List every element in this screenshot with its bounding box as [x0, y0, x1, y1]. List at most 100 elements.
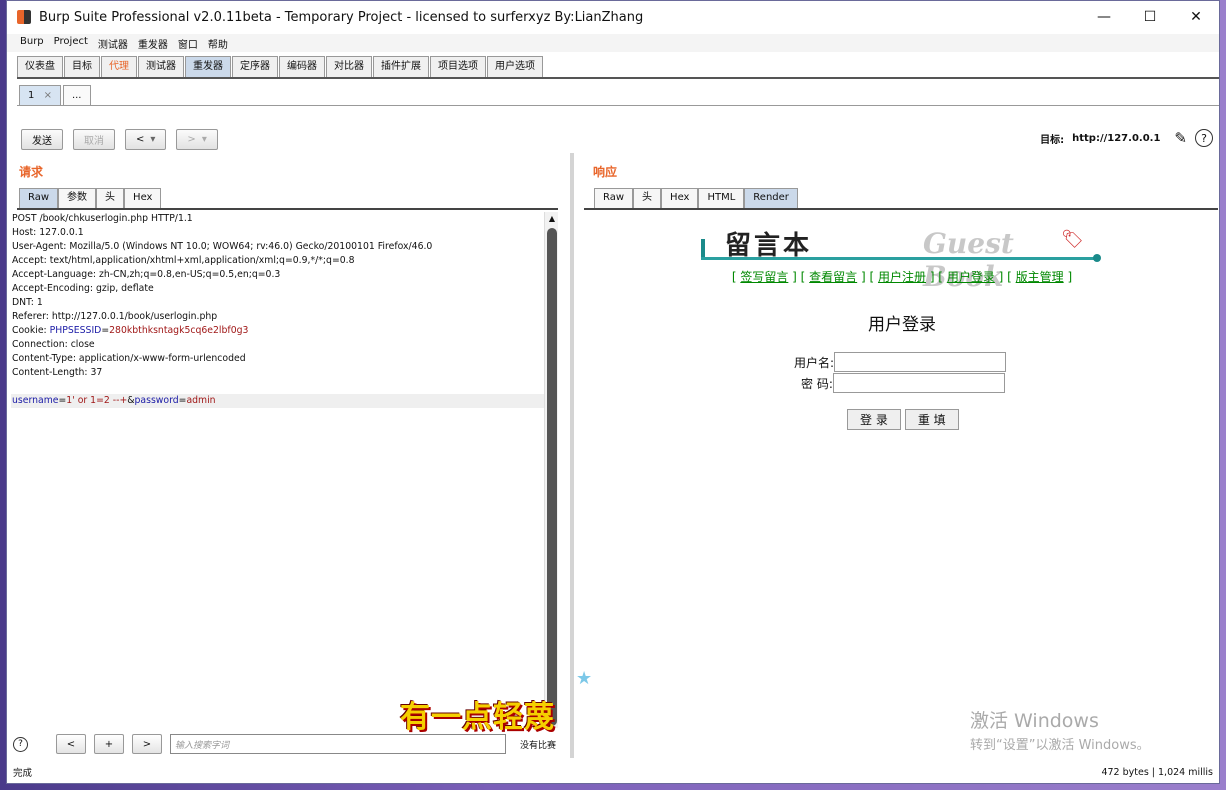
burp-window: Burp Suite Professional v2.0.11beta - Te… [6, 0, 1220, 784]
chevron-down-icon: ▾ [201, 134, 207, 145]
repeater-tab-new[interactable]: ... [62, 85, 91, 106]
tab-repeater[interactable]: 重发器 [185, 56, 231, 77]
nav-admin[interactable]: 版主管理 [1016, 270, 1064, 284]
param-username-key: username [12, 395, 59, 406]
request-line: Connection: close [12, 339, 95, 350]
cancel-button[interactable]: 取消 [73, 129, 115, 150]
response-tab-hex[interactable]: Hex [661, 188, 699, 208]
response-tab-html[interactable]: HTML [698, 188, 745, 208]
search-next-button[interactable]: > [132, 734, 162, 754]
tab-comparer[interactable]: 对比器 [326, 56, 372, 77]
username-label: 用户名: [794, 355, 835, 370]
menu-repeater[interactable]: 重发器 [133, 34, 173, 52]
search-input[interactable]: 输入搜索字词 [170, 734, 506, 754]
minimize-icon[interactable]: — [1081, 1, 1127, 33]
menu-intruder[interactable]: 测试器 [93, 34, 133, 52]
tab-intruder[interactable]: 测试器 [138, 56, 184, 77]
close-icon[interactable]: ✕ [1173, 1, 1219, 33]
scroll-thumb[interactable] [547, 228, 557, 726]
scroll-up-icon[interactable]: ▲ [545, 214, 559, 223]
target-area: 目标: http://127.0.0.1 ✎ ? [1040, 129, 1213, 147]
tab-divider [17, 77, 1219, 79]
tab-sequencer[interactable]: 定序器 [232, 56, 278, 77]
burp-logo-icon [17, 10, 31, 24]
password-field[interactable] [832, 373, 1005, 393]
subtab-divider [17, 105, 1219, 106]
response-stats: 472 bytes | 1,024 millis [1101, 766, 1213, 778]
menu-help[interactable]: 帮助 [203, 34, 233, 52]
menu-project[interactable]: Project [49, 34, 93, 52]
render-view: 留言本 Guest Book 🏷 [ 签写留言 ] [ 查看留言 ] [ 用户注… [585, 213, 1219, 758]
main-tabs: 仪表盘 目标 代理 测试器 重发器 定序器 编码器 对比器 插件扩展 项目选项 … [17, 56, 544, 78]
nav-login[interactable]: 用户登录 [947, 270, 995, 284]
request-tab-raw[interactable]: Raw [19, 188, 59, 208]
activate-windows-hint: 转到“设置”以激活 Windows。 [970, 738, 1150, 753]
request-editor[interactable]: POST /book/chkuserlogin.php HTTP/1.1 Hos… [11, 212, 548, 728]
guestbook-nav: [ 签写留言 ] [ 查看留言 ] [ 用户注册 ] [ 用户登录 ] [ 版主… [731, 270, 1073, 284]
logo-dot [1093, 254, 1101, 262]
help-icon[interactable]: ? [13, 736, 28, 752]
nav-write[interactable]: 签写留言 [740, 270, 788, 284]
login-button[interactable]: 登 录 [847, 409, 901, 430]
repeater-toolbar: 发送 取消 < ▾ > ▾ [21, 129, 218, 150]
edit-pencil-icon[interactable]: ✎ [1174, 129, 1187, 147]
response-tab-headers[interactable]: 头 [633, 188, 662, 208]
response-tabs: Raw 头 Hex HTML Render [594, 188, 798, 208]
window-title: Burp Suite Professional v2.0.11beta - Te… [39, 9, 644, 25]
status-text: 完成 [13, 768, 33, 779]
menu-window[interactable]: 窗口 [173, 34, 203, 52]
form-buttons: 登 录 重 填 [847, 409, 959, 430]
chevron-down-icon: ▾ [150, 134, 156, 145]
request-tabs-line [17, 208, 558, 210]
nav-register[interactable]: 用户注册 [878, 270, 926, 284]
nav-view[interactable]: 查看留言 [809, 270, 857, 284]
tag-icon: 🏷 [1061, 229, 1084, 250]
help-icon[interactable]: ? [1195, 129, 1213, 147]
response-tab-raw[interactable]: Raw [594, 188, 634, 208]
param-password-value: admin [186, 395, 216, 406]
target-label: 目标: [1040, 134, 1065, 146]
request-scrollbar[interactable]: ▲ [544, 212, 558, 728]
tab-user-options[interactable]: 用户选项 [487, 56, 543, 77]
username-field[interactable] [834, 352, 1007, 372]
close-tab-icon[interactable]: × [44, 90, 52, 101]
request-tab-params[interactable]: 参数 [58, 188, 97, 208]
search-match-count: 没有比赛 [520, 740, 557, 751]
activate-windows-title: 激活 Windows [970, 710, 1099, 732]
tab-project-options[interactable]: 项目选项 [430, 56, 486, 77]
back-label: < [136, 134, 145, 145]
password-label: 密 码: [801, 376, 833, 391]
response-tabs-line [584, 208, 1218, 210]
reset-button[interactable]: 重 填 [904, 409, 959, 430]
pane-splitter[interactable] [570, 153, 574, 758]
guestbook-logo: 留言本 Guest Book 🏷 [701, 225, 1101, 293]
maximize-icon[interactable]: ☐ [1127, 1, 1173, 33]
request-title: 请求 [19, 165, 44, 179]
param-username-value: 1' or 1=2 --+ [66, 395, 128, 406]
back-button[interactable]: < ▾ [125, 129, 167, 150]
send-button[interactable]: 发送 [21, 129, 63, 150]
search-add-button[interactable]: + [94, 734, 124, 754]
tab-dashboard[interactable]: 仪表盘 [17, 56, 63, 77]
window-controls: — ☐ ✕ [1081, 1, 1219, 33]
title-bar: Burp Suite Professional v2.0.11beta - Te… [7, 1, 1219, 33]
repeater-tab-1[interactable]: 1 × [19, 85, 61, 106]
search-bar: ? < + > 输入搜索字词 没有比赛 [13, 734, 558, 754]
forward-button[interactable]: > ▾ [176, 129, 218, 150]
tab-target[interactable]: 目标 [64, 56, 100, 77]
request-tab-hex[interactable]: Hex [124, 188, 162, 208]
cookie-eq: = [101, 325, 110, 336]
menu-burp[interactable]: Burp [15, 34, 49, 52]
repeater-subtabs: 1 × ... [19, 85, 93, 106]
search-prev-button[interactable]: < [56, 734, 86, 754]
cookie-name: PHPSESSID [49, 325, 102, 336]
tab-extender[interactable]: 插件扩展 [373, 56, 429, 77]
request-tab-headers[interactable]: 头 [96, 188, 125, 208]
request-line: Content-Length: 37 [12, 367, 103, 378]
tab-decoder[interactable]: 编码器 [279, 56, 325, 77]
password-row: 密 码: [801, 373, 1005, 393]
response-tab-render[interactable]: Render [744, 188, 798, 208]
request-body-line: username=1' or 1=2 --+&password=admin [11, 394, 548, 408]
request-line: POST /book/chkuserlogin.php HTTP/1.1 [12, 213, 193, 224]
tab-proxy[interactable]: 代理 [101, 56, 137, 77]
